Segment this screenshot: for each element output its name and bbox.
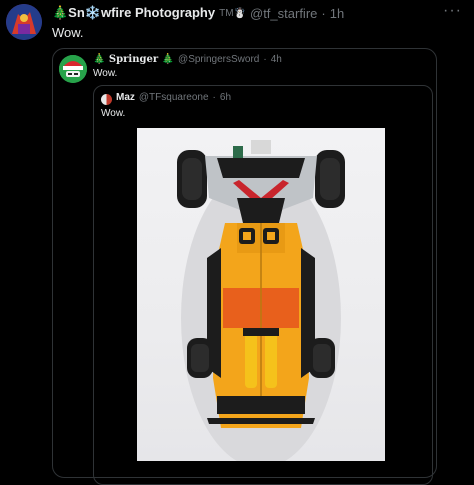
separator: · [212, 92, 216, 103]
quoted-tweet-text: Wow. [93, 68, 118, 79]
more-dots-icon[interactable]: ··· [443, 2, 462, 20]
nested-quoted-tweet[interactable]: Maz @TFsquareone · 6h Wow. [93, 85, 433, 485]
author-avatar[interactable] [6, 4, 42, 40]
quoted-tweet-time[interactable]: 4h [271, 54, 282, 65]
quoted-author-handle[interactable]: @SpringersSword [178, 54, 259, 65]
nested-author-avatar[interactable] [101, 94, 112, 105]
nested-tweet-time[interactable]: 6h [220, 92, 231, 103]
quoted-tweet[interactable]: 🎄 Springer 🎄 @SpringersSword · 4h Wow. M… [52, 48, 437, 485]
separator: · [321, 5, 326, 21]
tweet-time[interactable]: 1h [330, 6, 344, 21]
quoted-author-name[interactable]: 🎄 Springer 🎄 [93, 54, 174, 65]
author-name[interactable]: 🎄Sn❄️wfire Photography [52, 5, 215, 21]
author-handle[interactable]: @tf_starfire [250, 6, 317, 21]
tweet-photo[interactable] [137, 128, 385, 461]
quoted-author-avatar[interactable] [59, 55, 87, 83]
nested-author-name[interactable]: Maz [116, 92, 135, 103]
tweet-text: Wow. [52, 25, 84, 40]
author-name-suffix: TM☃️ [219, 7, 246, 19]
toy-car-image [177, 140, 345, 461]
quoted-tweet-header: 🎄 Springer 🎄 @SpringersSword · 4h [93, 54, 282, 65]
nested-author-handle[interactable]: @TFsquareone [139, 92, 209, 103]
nested-tweet-header: Maz @TFsquareone · 6h [116, 92, 231, 103]
tweet-header: 🎄Sn❄️wfire Photography TM☃️ @tf_starfire… [52, 4, 344, 22]
nested-tweet-text: Wow. [101, 108, 126, 119]
separator: · [263, 54, 267, 65]
